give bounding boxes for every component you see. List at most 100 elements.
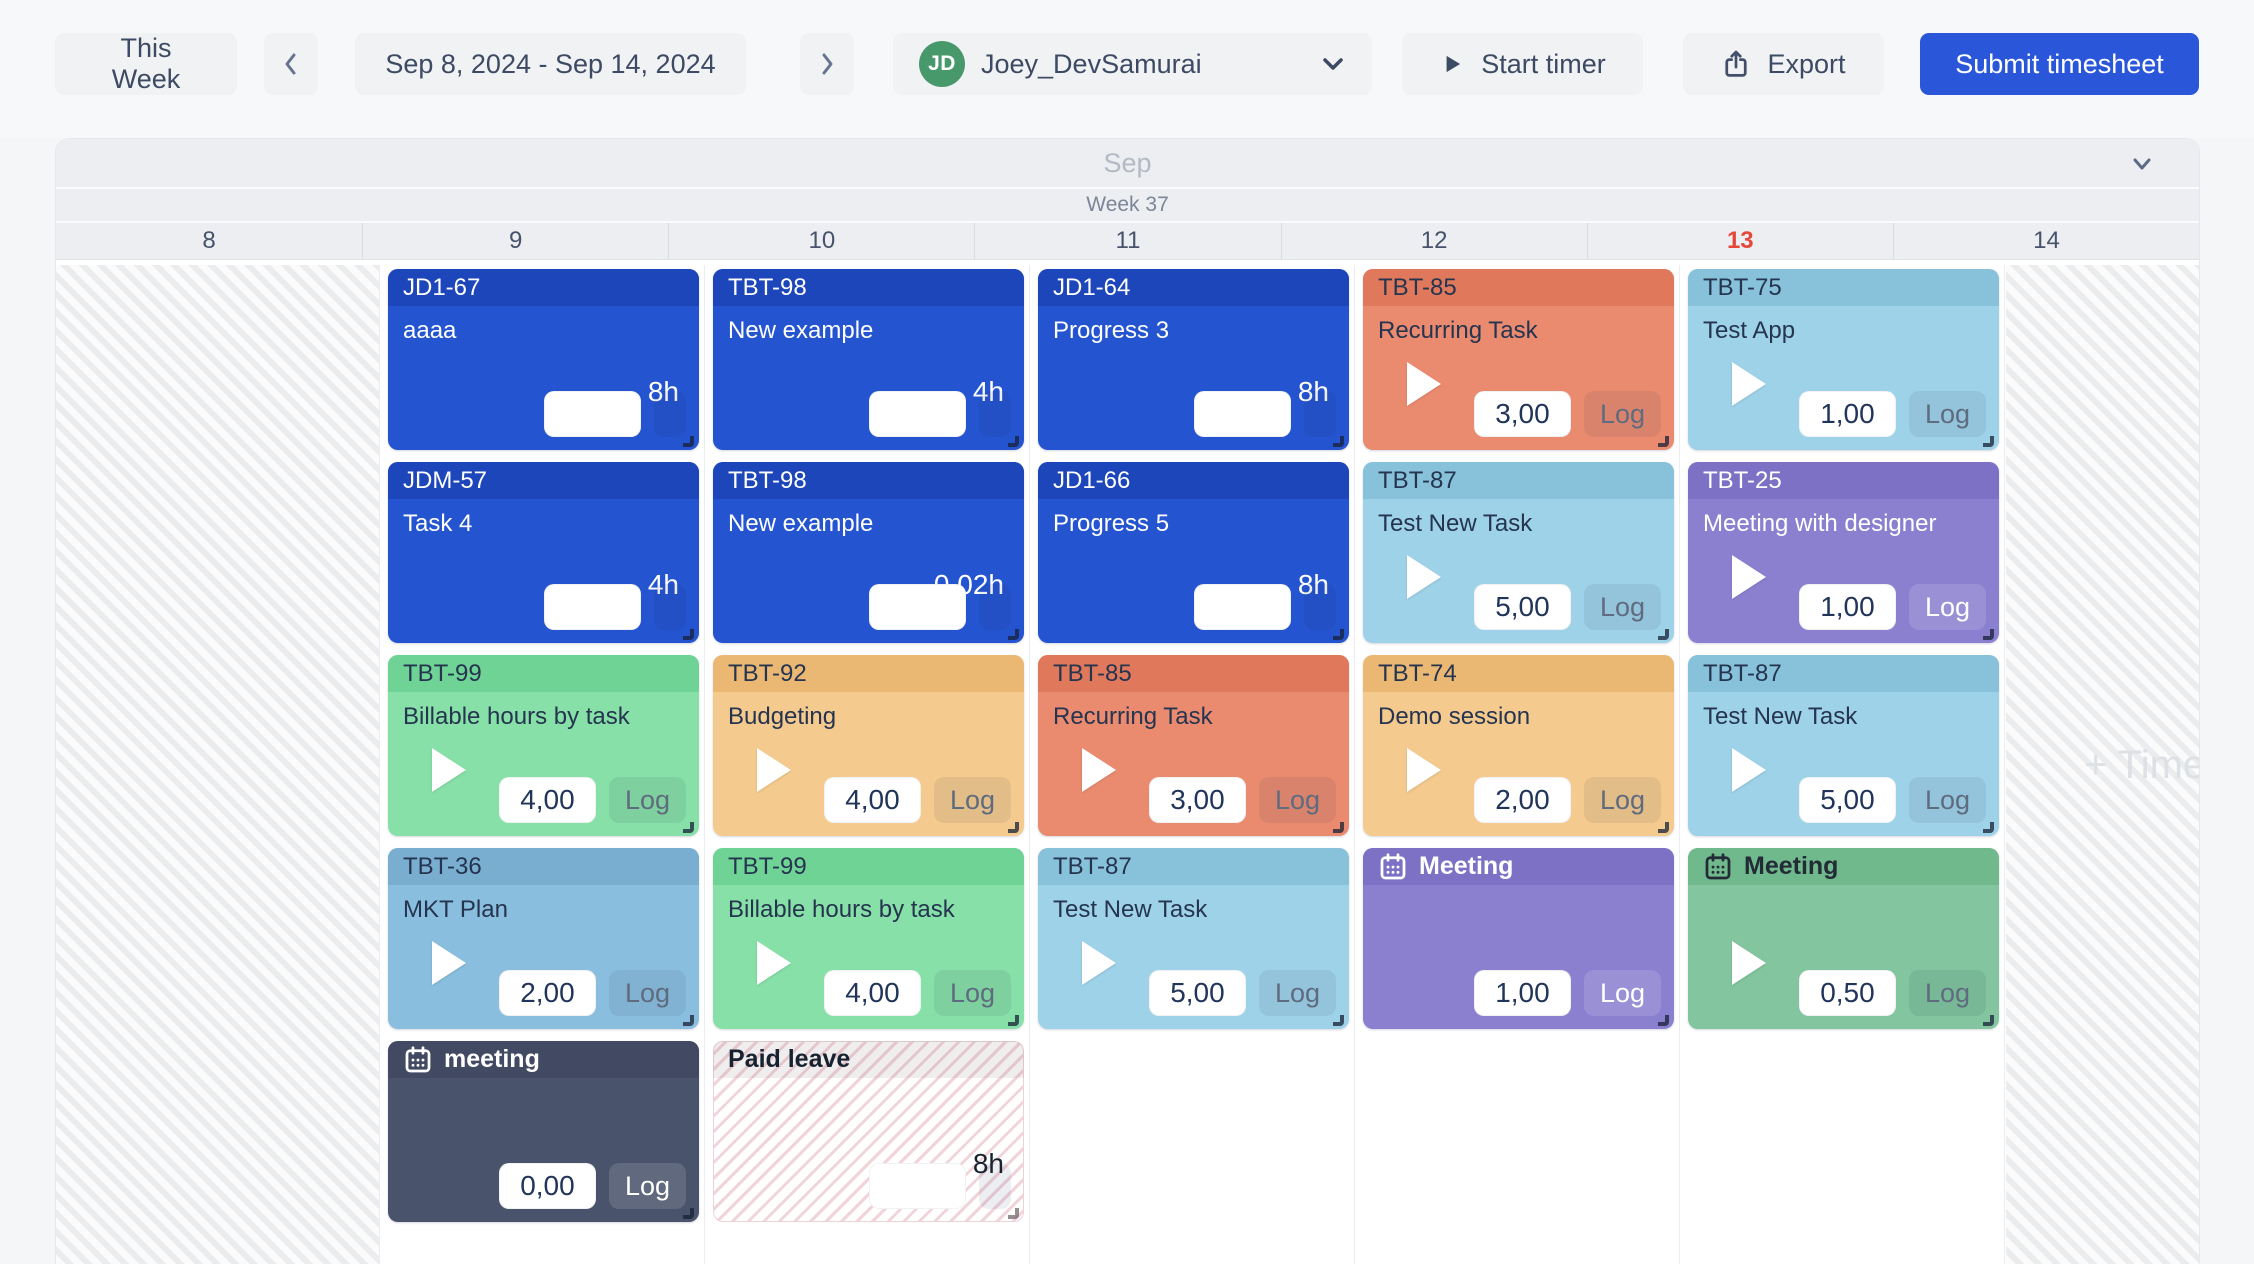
resize-handle[interactable] <box>1008 629 1019 640</box>
log-button[interactable]: Log <box>1584 970 1661 1016</box>
log-button[interactable] <box>1304 584 1336 630</box>
hours-input[interactable]: 0,50 <box>1799 970 1896 1016</box>
log-button[interactable]: Log <box>1259 777 1336 823</box>
play-button[interactable] <box>1407 555 1441 599</box>
hours-input[interactable] <box>869 391 966 437</box>
resize-handle[interactable] <box>1983 822 1994 833</box>
resize-handle[interactable] <box>683 1015 694 1026</box>
play-button[interactable] <box>757 748 791 792</box>
play-button[interactable] <box>432 748 466 792</box>
play-button[interactable] <box>757 941 791 985</box>
timesheet-card[interactable]: TBT-99 Billable hours by task 4,00 Log <box>713 848 1024 1029</box>
log-button[interactable]: Log <box>1909 584 1986 630</box>
log-button[interactable]: Log <box>934 777 1011 823</box>
timesheet-card[interactable]: JD1-66 Progress 5 8h <box>1038 462 1349 643</box>
log-button[interactable]: Log <box>1909 777 1986 823</box>
export-button[interactable]: Export <box>1683 33 1884 95</box>
hours-input[interactable]: 1,00 <box>1799 391 1896 437</box>
resize-handle[interactable] <box>683 1208 694 1219</box>
log-button[interactable]: Log <box>1909 391 1986 437</box>
hours-input[interactable]: 2,00 <box>499 970 596 1016</box>
timesheet-card[interactable]: Meeting 1,00 Log <box>1363 848 1674 1029</box>
add-time-hint[interactable]: + Time <box>2084 743 2199 788</box>
log-button[interactable]: Log <box>1584 777 1661 823</box>
resize-handle[interactable] <box>1333 629 1344 640</box>
hours-input[interactable] <box>869 1163 966 1209</box>
resize-handle[interactable] <box>1658 822 1669 833</box>
hours-input[interactable] <box>544 391 641 437</box>
this-week-button[interactable]: This Week <box>55 33 237 95</box>
resize-handle[interactable] <box>1658 629 1669 640</box>
log-button[interactable]: Log <box>934 970 1011 1016</box>
hours-input[interactable]: 5,00 <box>1799 777 1896 823</box>
resize-handle[interactable] <box>683 822 694 833</box>
resize-handle[interactable] <box>1983 629 1994 640</box>
log-button[interactable]: Log <box>1584 584 1661 630</box>
day-column-13[interactable]: TBT-75 Test App 1,00 Log <box>1681 265 2005 1264</box>
timesheet-card[interactable]: TBT-75 Test App 1,00 Log <box>1688 269 1999 450</box>
day-column-8[interactable] <box>56 265 380 1264</box>
resize-handle[interactable] <box>1333 436 1344 447</box>
previous-week-button[interactable] <box>264 33 318 95</box>
resize-handle[interactable] <box>683 629 694 640</box>
day-column-9[interactable]: JD1-67 aaaa 8h <box>381 265 705 1264</box>
play-button[interactable] <box>1732 362 1766 406</box>
play-button[interactable] <box>1732 941 1766 985</box>
timesheet-card[interactable]: TBT-87 Test New Task 5,00 Log <box>1688 655 1999 836</box>
log-button[interactable] <box>654 391 686 437</box>
play-button[interactable] <box>1732 555 1766 599</box>
submit-timesheet-button[interactable]: Submit timesheet <box>1920 33 2199 95</box>
resize-handle[interactable] <box>1008 1015 1019 1026</box>
play-button[interactable] <box>1407 362 1441 406</box>
log-button[interactable]: Log <box>609 1163 686 1209</box>
resize-handle[interactable] <box>1333 1015 1344 1026</box>
timesheet-card[interactable]: JDM-57 Task 4 4h <box>388 462 699 643</box>
timesheet-card[interactable]: TBT-85 Recurring Task 3,00 Log <box>1038 655 1349 836</box>
resize-handle[interactable] <box>1333 822 1344 833</box>
log-button[interactable] <box>979 391 1011 437</box>
resize-handle[interactable] <box>1008 436 1019 447</box>
timesheet-card[interactable]: TBT-74 Demo session 2,00 Log <box>1363 655 1674 836</box>
hours-input[interactable] <box>1194 584 1291 630</box>
hours-input[interactable]: 1,00 <box>1474 970 1571 1016</box>
log-button[interactable]: Log <box>1909 970 1986 1016</box>
day-column-12[interactable]: TBT-85 Recurring Task 3,00 Log <box>1356 265 1680 1264</box>
date-range-button[interactable]: Sep 8, 2024 - Sep 14, 2024 <box>355 33 746 95</box>
day-column-10[interactable]: TBT-98 New example 4h <box>706 265 1030 1264</box>
next-week-button[interactable] <box>800 33 854 95</box>
timesheet-card[interactable]: TBT-25 Meeting with designer 1,00 Log <box>1688 462 1999 643</box>
log-button[interactable]: Log <box>609 970 686 1016</box>
log-button[interactable] <box>979 1163 1011 1209</box>
resize-handle[interactable] <box>1658 1015 1669 1026</box>
day-column-11[interactable]: JD1-64 Progress 3 8h <box>1031 265 1355 1264</box>
resize-handle[interactable] <box>683 436 694 447</box>
hours-input[interactable]: 1,00 <box>1799 584 1896 630</box>
timesheet-card[interactable]: Meeting 0,50 Log <box>1688 848 1999 1029</box>
log-button[interactable]: Log <box>1259 970 1336 1016</box>
timesheet-card[interactable]: JD1-67 aaaa 8h <box>388 269 699 450</box>
timesheet-card[interactable]: TBT-87 Test New Task 5,00 Log <box>1038 848 1349 1029</box>
hours-input[interactable]: 4,00 <box>499 777 596 823</box>
timesheet-card[interactable]: TBT-98 New example 0.02h <box>713 462 1024 643</box>
hours-input[interactable]: 0,00 <box>499 1163 596 1209</box>
collapse-chevron-icon[interactable] <box>2127 152 2157 181</box>
hours-input[interactable]: 5,00 <box>1474 584 1571 630</box>
timesheet-card[interactable]: Paid leave 8h <box>713 1041 1024 1222</box>
resize-handle[interactable] <box>1983 436 1994 447</box>
timesheet-card[interactable]: TBT-85 Recurring Task 3,00 Log <box>1363 269 1674 450</box>
log-button[interactable] <box>1304 391 1336 437</box>
hours-input[interactable]: 4,00 <box>824 777 921 823</box>
start-timer-button[interactable]: Start timer <box>1402 33 1643 95</box>
hours-input[interactable] <box>1194 391 1291 437</box>
log-button[interactable]: Log <box>1584 391 1661 437</box>
resize-handle[interactable] <box>1008 822 1019 833</box>
timesheet-card[interactable]: TBT-92 Budgeting 4,00 Log <box>713 655 1024 836</box>
timesheet-card[interactable]: TBT-98 New example 4h <box>713 269 1024 450</box>
timesheet-card[interactable]: JD1-64 Progress 3 8h <box>1038 269 1349 450</box>
hours-input[interactable]: 5,00 <box>1149 970 1246 1016</box>
play-button[interactable] <box>1082 748 1116 792</box>
log-button[interactable] <box>654 584 686 630</box>
hours-input[interactable]: 3,00 <box>1474 391 1571 437</box>
user-selector[interactable]: JD Joey_DevSamurai <box>893 33 1372 95</box>
resize-handle[interactable] <box>1983 1015 1994 1026</box>
